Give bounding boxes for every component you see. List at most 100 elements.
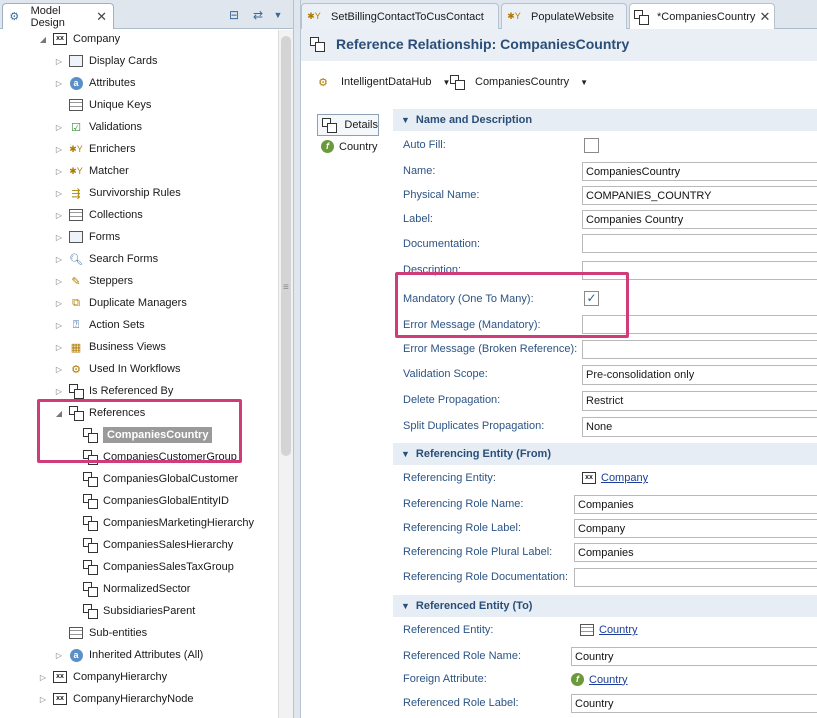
collapsed-arrow-icon[interactable]: ▷ (38, 695, 48, 704)
collapsed-arrow-icon[interactable]: ▷ (54, 255, 64, 264)
name-field[interactable] (582, 162, 817, 181)
details-button[interactable]: Details (317, 114, 379, 136)
auto-fill-checkbox[interactable] (584, 138, 599, 153)
model-design-icon: ⚙ (9, 11, 20, 23)
tab-populate-website[interactable]: ✱Y PopulateWebsite (501, 3, 627, 29)
collapsed-arrow-icon[interactable]: ▷ (54, 343, 64, 352)
referencing-role-doc-field[interactable] (574, 568, 817, 587)
side-nav-country[interactable]: f Country (321, 140, 378, 153)
label-field[interactable] (582, 210, 817, 229)
form-icon (68, 229, 84, 245)
tree-node-survivorship-rules[interactable]: ▷ ⇶ Survivorship Rules (54, 182, 181, 204)
model-icon: ⚙ (318, 76, 328, 89)
referenced-role-label-field[interactable] (571, 694, 817, 713)
collapsed-arrow-icon[interactable]: ▷ (54, 189, 64, 198)
tree-node-duplicate-managers[interactable]: ▷ ⧉ Duplicate Managers (54, 292, 187, 314)
model-design-tab[interactable]: ⚙ Model Design ✕ (2, 3, 114, 29)
tree-node-company-hierarchy[interactable]: ▷ xx CompanyHierarchy (38, 666, 167, 688)
referencing-role-name-field[interactable] (574, 495, 817, 514)
tree-node-used-in-workflows[interactable]: ▷ ⚙ Used In Workflows (54, 358, 181, 380)
collapsed-arrow-icon[interactable]: ▷ (54, 145, 64, 154)
collapsed-arrow-icon[interactable]: ▷ (54, 211, 64, 220)
tree-node-enrichers[interactable]: ▷ ✱Y Enrichers (54, 138, 136, 160)
tree-node-matcher[interactable]: ▷ ✱Y Matcher (54, 160, 129, 182)
tree-node-companies-global-customer[interactable]: CompaniesGlobalCustomer (68, 468, 238, 490)
enricher-icon: ✱Y (69, 143, 83, 154)
referencing-role-name-label: Referencing Role Name: (403, 498, 524, 510)
chevron-down-icon[interactable]: ▼ (580, 78, 588, 87)
enricher-icon: ✱Y (307, 11, 321, 21)
collapsed-arrow-icon[interactable]: ▷ (54, 277, 64, 286)
tab-companies-country[interactable]: *CompaniesCountry ✕ (629, 3, 775, 29)
sash-grip-icon[interactable]: ≡ (283, 282, 289, 293)
tree-node-action-sets[interactable]: ▷ ⍰ Action Sets (54, 314, 145, 336)
error-broken-field[interactable] (582, 340, 817, 359)
collapsed-arrow-icon[interactable]: ▷ (54, 167, 64, 176)
tree-node-collections[interactable]: ▷ Collections (54, 204, 143, 226)
close-icon[interactable]: ✕ (96, 10, 107, 23)
tree-node-inherited-attributes[interactable]: ▷ a Inherited Attributes (All) (54, 644, 203, 666)
tree-node-business-views[interactable]: ▷ ▦ Business Views (54, 336, 166, 358)
entity-icon: xx (582, 472, 596, 484)
collapse-all-icon[interactable]: ⊟ (226, 7, 242, 23)
validation-scope-select[interactable]: Pre-consolidation only (582, 365, 817, 385)
collapsed-arrow-icon[interactable]: ▷ (54, 651, 64, 660)
collapsed-arrow-icon[interactable]: ▷ (54, 387, 64, 396)
collapsed-arrow-icon[interactable]: ▷ (54, 233, 64, 242)
referencing-entity-link[interactable]: xx Company (582, 472, 648, 484)
referencing-role-plural-field[interactable] (574, 543, 817, 562)
referenced-entity-link[interactable]: Country (580, 624, 638, 636)
breadcrumb-model[interactable]: ⚙ IntelligentDataHub ▼ (315, 74, 450, 90)
attribute-icon: a (68, 75, 84, 91)
tree-node-companies-global-entity-id[interactable]: CompaniesGlobalEntityID (68, 490, 229, 512)
expanded-arrow-icon[interactable]: ◢ (38, 35, 48, 44)
tree-node-sub-entities[interactable]: Sub-entities (54, 622, 147, 644)
collapsed-arrow-icon[interactable]: ▷ (54, 321, 64, 330)
collapsed-arrow-icon[interactable]: ▷ (38, 673, 48, 682)
collapsed-arrow-icon[interactable]: ▷ (54, 79, 64, 88)
delete-propagation-select[interactable]: Restrict (582, 391, 817, 411)
section-referenced-entity[interactable]: ▼ Referenced Entity (To) (393, 595, 817, 617)
model-tree: ◢ xx Company ▷ Display Cards ▷ a Attribu… (0, 30, 278, 718)
tree-scrollbar[interactable] (278, 30, 293, 718)
section-toggle-icon[interactable]: ▼ (401, 115, 410, 125)
tree-node-companies-marketing-hierarchy[interactable]: CompaniesMarketingHierarchy (68, 512, 254, 534)
referencing-role-label-field[interactable] (574, 519, 817, 538)
tree-node-companies-sales-tax-group[interactable]: CompaniesSalesTaxGroup (68, 556, 234, 578)
collapsed-arrow-icon[interactable]: ▷ (54, 299, 64, 308)
tree-node-normalized-sector[interactable]: NormalizedSector (68, 578, 190, 600)
reference-icon (82, 537, 98, 553)
close-icon[interactable]: ✕ (759, 10, 770, 23)
tree-node-search-forms[interactable]: ▷ 🔍︎ Search Forms (54, 248, 158, 270)
tree-node-steppers[interactable]: ▷ ✎ Steppers (54, 270, 133, 292)
enricher-icon: ✱Y (507, 11, 521, 21)
section-name-description[interactable]: ▼ Name and Description (393, 109, 817, 131)
duplicate-icon: ⧉ (72, 296, 80, 309)
referenced-role-name-field[interactable] (571, 647, 817, 666)
tree-node-unique-keys[interactable]: Unique Keys (54, 94, 151, 116)
tree-node-forms[interactable]: ▷ Forms (54, 226, 120, 248)
tree-scroll-thumb[interactable] (281, 36, 291, 456)
tree-node-company[interactable]: ◢ xx Company (38, 28, 120, 50)
tree-node-companies-sales-hierarchy[interactable]: CompaniesSalesHierarchy (68, 534, 233, 556)
section-referencing-entity[interactable]: ▼ Referencing Entity (From) (393, 443, 817, 465)
collapsed-arrow-icon[interactable]: ▷ (54, 123, 64, 132)
section-toggle-icon[interactable]: ▼ (401, 449, 410, 459)
view-menu-icon[interactable]: ▼ (270, 7, 286, 23)
foreign-attribute-link[interactable]: f Country (571, 673, 628, 686)
tree-node-company-hierarchy-node[interactable]: ▷ xx CompanyHierarchyNode (38, 688, 193, 710)
tree-node-display-cards[interactable]: ▷ Display Cards (54, 50, 157, 72)
split-duplicates-select[interactable]: None (582, 417, 817, 437)
breadcrumb-object[interactable]: CompaniesCountry ▼ (449, 74, 588, 90)
collapsed-arrow-icon[interactable]: ▷ (54, 57, 64, 66)
tree-node-attributes[interactable]: ▷ a Attributes (54, 72, 135, 94)
physical-name-field[interactable] (582, 186, 817, 205)
section-toggle-icon[interactable]: ▼ (401, 601, 410, 611)
collapsed-arrow-icon[interactable]: ▷ (54, 365, 64, 374)
tree-node-validations[interactable]: ▷ ☑ Validations (54, 116, 142, 138)
tree-node-subsidiaries-parent[interactable]: SubsidiariesParent (68, 600, 195, 622)
link-editor-icon[interactable]: ⇄ (250, 7, 266, 23)
documentation-field[interactable] (582, 234, 817, 253)
tab-set-billing-contact[interactable]: ✱Y SetBillingContactToCusContact (301, 3, 499, 29)
reference-icon (82, 559, 98, 575)
